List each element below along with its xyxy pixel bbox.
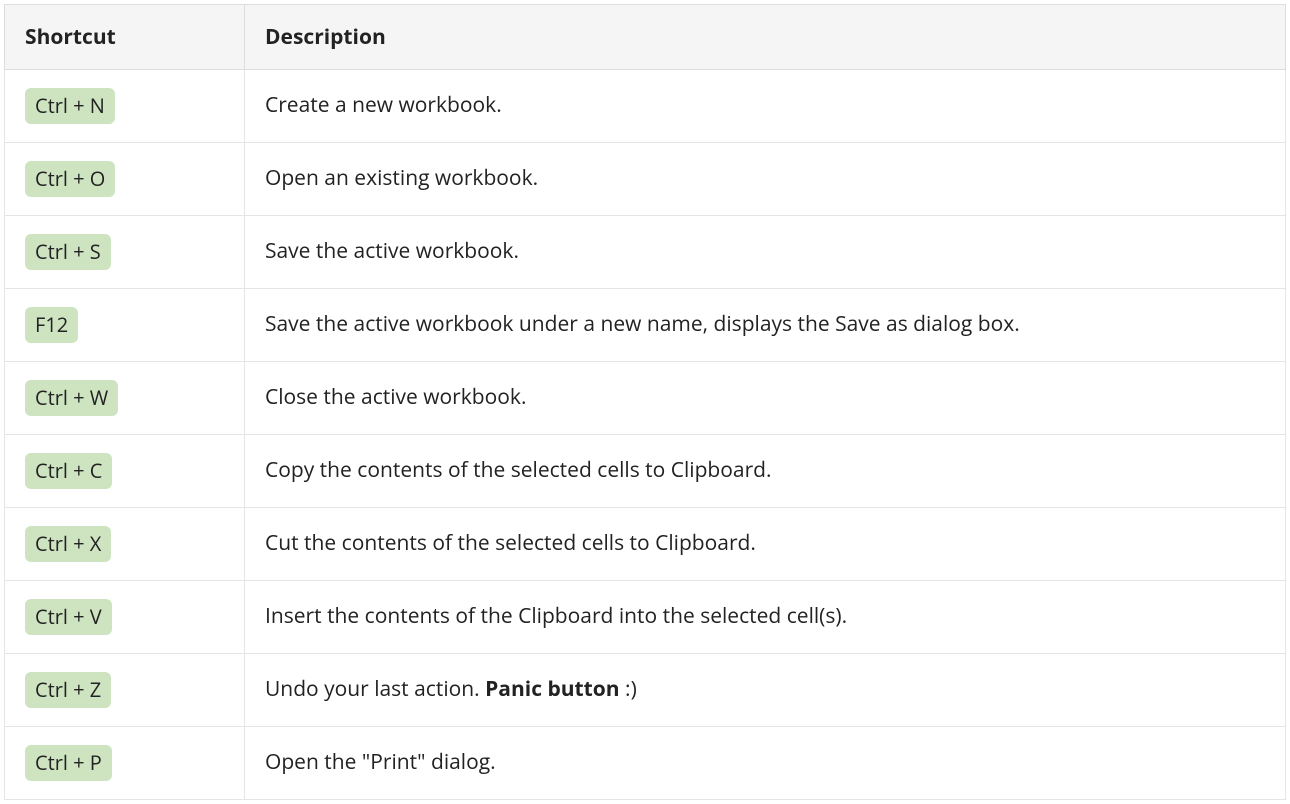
header-description: Description bbox=[245, 5, 1286, 70]
keyboard-shortcut: Ctrl + W bbox=[25, 380, 118, 416]
description-text: Create a new workbook. bbox=[265, 91, 502, 119]
table-row: Ctrl + Z Undo your last action. Panic but… bbox=[5, 654, 1286, 727]
shortcut-cell: Ctrl + Z bbox=[5, 654, 245, 727]
description-text: Save the active workbook. bbox=[265, 237, 519, 265]
description-cell: Save the active workbook. bbox=[245, 216, 1286, 289]
keyboard-shortcut: Ctrl + S bbox=[25, 234, 111, 270]
shortcut-cell: Ctrl + O bbox=[5, 143, 245, 216]
shortcut-cell: Ctrl + N bbox=[5, 70, 245, 143]
shortcut-cell: F12 bbox=[5, 289, 245, 362]
shortcut-cell: Ctrl + W bbox=[5, 362, 245, 435]
table-row: Ctrl + X Cut the contents of the selected… bbox=[5, 508, 1286, 581]
keyboard-shortcut: Ctrl + O bbox=[25, 161, 115, 197]
keyboard-shortcut: Ctrl + V bbox=[25, 599, 112, 635]
table-row: Ctrl + W Close the active workbook. bbox=[5, 362, 1286, 435]
description-text: Cut the contents of the selected cells t… bbox=[265, 529, 756, 557]
description-text: Save the active workbook under a new nam… bbox=[265, 310, 1020, 338]
description-cell: Create a new workbook. bbox=[245, 70, 1286, 143]
description-text: Close the active workbook. bbox=[265, 383, 526, 411]
table-row: Ctrl + V Insert the contents of the Clipb… bbox=[5, 581, 1286, 654]
description-text: Insert the contents of the Clipboard int… bbox=[265, 602, 847, 630]
description-cell: Open an existing workbook. bbox=[245, 143, 1286, 216]
description-cell: Close the active workbook. bbox=[245, 362, 1286, 435]
description-text: Copy the contents of the selected cells … bbox=[265, 456, 772, 484]
description-text: Open the "Print" dialog. bbox=[265, 748, 496, 776]
description-cell: Insert the contents of the Clipboard int… bbox=[245, 581, 1286, 654]
description-text-after: :) bbox=[620, 675, 637, 703]
description-bold: Panic button bbox=[485, 675, 619, 703]
keyboard-shortcut: F12 bbox=[25, 307, 78, 343]
table-row: Ctrl + O Open an existing workbook. bbox=[5, 143, 1286, 216]
description-cell: Undo your last action. Panic button :) bbox=[245, 654, 1286, 727]
shortcut-cell: Ctrl + C bbox=[5, 435, 245, 508]
shortcut-cell: Ctrl + S bbox=[5, 216, 245, 289]
shortcut-cell: Ctrl + V bbox=[5, 581, 245, 654]
shortcut-cell: Ctrl + P bbox=[5, 727, 245, 800]
description-cell: Cut the contents of the selected cells t… bbox=[245, 508, 1286, 581]
shortcuts-table: Shortcut Description Ctrl + N Create a ne… bbox=[4, 4, 1286, 800]
description-text: Open an existing workbook. bbox=[265, 164, 538, 192]
table-row: F12 Save the active workbook under a new … bbox=[5, 289, 1286, 362]
description-text: Undo your last action. bbox=[265, 675, 485, 703]
keyboard-shortcut: Ctrl + N bbox=[25, 88, 115, 124]
table-row: Ctrl + C Copy the contents of the selecte… bbox=[5, 435, 1286, 508]
table-row: Ctrl + N Create a new workbook. bbox=[5, 70, 1286, 143]
keyboard-shortcut: Ctrl + X bbox=[25, 526, 111, 562]
keyboard-shortcut: Ctrl + C bbox=[25, 453, 112, 489]
table-row: Ctrl + S Save the active workbook. bbox=[5, 216, 1286, 289]
description-cell: Save the active workbook under a new nam… bbox=[245, 289, 1286, 362]
table-row: Ctrl + P Open the "Print" dialog. bbox=[5, 727, 1286, 800]
shortcut-cell: Ctrl + X bbox=[5, 508, 245, 581]
header-shortcut: Shortcut bbox=[5, 5, 245, 70]
description-cell: Copy the contents of the selected cells … bbox=[245, 435, 1286, 508]
keyboard-shortcut: Ctrl + P bbox=[25, 745, 112, 781]
keyboard-shortcut: Ctrl + Z bbox=[25, 672, 111, 708]
description-cell: Open the "Print" dialog. bbox=[245, 727, 1286, 800]
table-header-row: Shortcut Description bbox=[5, 5, 1286, 70]
